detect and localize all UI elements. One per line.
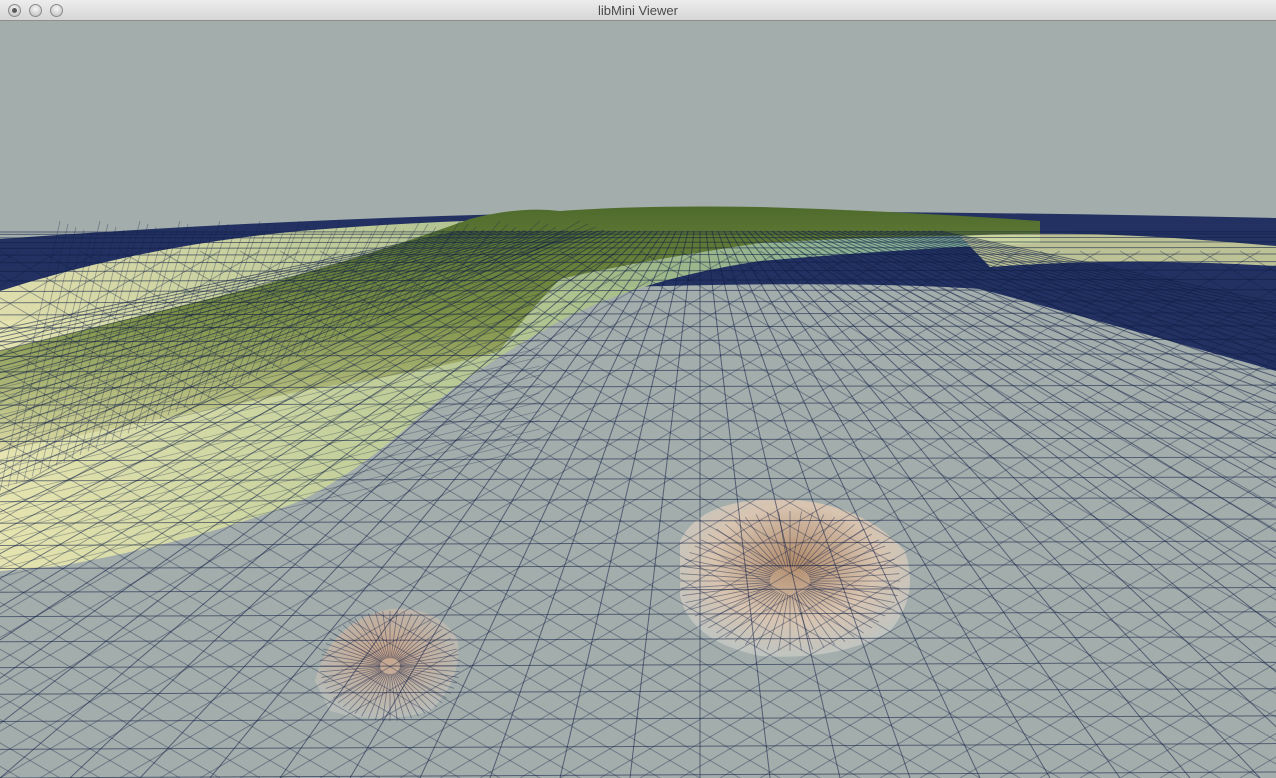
- window-title: libMini Viewer: [598, 3, 678, 18]
- terrain-viewport[interactable]: [0, 21, 1276, 778]
- app-window: libMini Viewer: [0, 0, 1276, 778]
- title-bar[interactable]: libMini Viewer: [0, 0, 1276, 21]
- terrain-render[interactable]: [0, 21, 1276, 778]
